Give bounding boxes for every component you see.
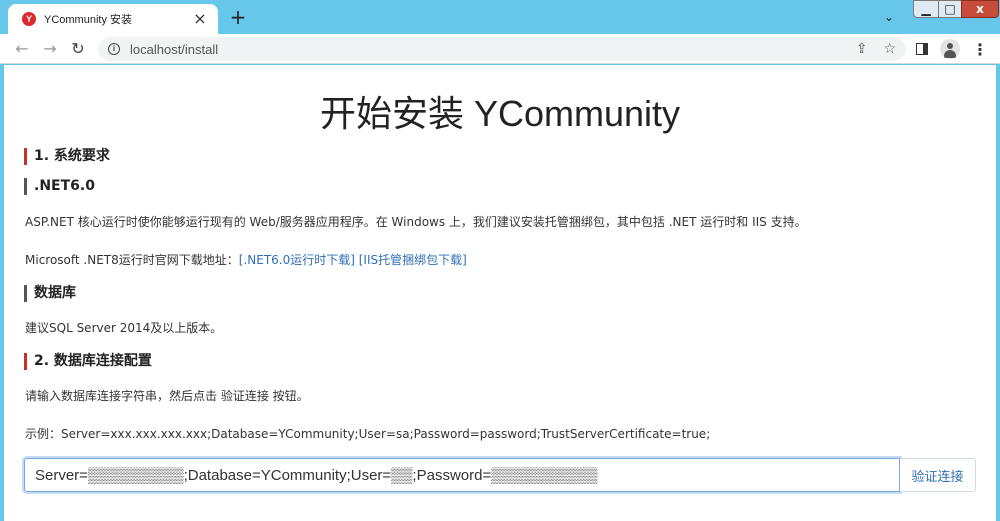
- download-prefix: Microsoft .NET8运行时官网下载地址：: [25, 253, 239, 267]
- tab-strip: Y YCommunity 安装 × + ⌄ ▁ □ x: [0, 0, 1000, 34]
- new-tab-icon[interactable]: +: [228, 7, 248, 27]
- connection-string-input[interactable]: Server=▒▒▒▒▒▒▒▒▒;Database=YCommunity;Use…: [24, 458, 900, 492]
- profile-body: [944, 50, 956, 58]
- net-heading: .NET6.0: [24, 178, 95, 195]
- iis-bundle-download-link[interactable]: [IIS托管捆绑包下载]: [359, 253, 467, 267]
- tab-search-chevron-icon[interactable]: ⌄: [884, 10, 894, 24]
- verify-connection-button[interactable]: 验证连接: [900, 458, 976, 492]
- share-icon[interactable]: ⇪: [856, 41, 868, 57]
- tab-title: YCommunity 安装: [44, 14, 133, 26]
- window-close-button[interactable]: x: [961, 0, 999, 18]
- browser-toolbar: ← → ↻ i localhost/install ⇪ ☆ ⋮: [0, 34, 1000, 64]
- forward-arrow-icon[interactable]: →: [40, 39, 60, 59]
- connection-string-group: Server=▒▒▒▒▒▒▒▒▒;Database=YCommunity;Use…: [24, 458, 976, 492]
- ycommunity-favicon-icon: Y: [22, 12, 36, 26]
- net-description: ASP.NET 核心运行时使你能够运行现有的 Web/服务器应用程序。在 Win…: [25, 215, 807, 229]
- connection-example: 示例：Server=xxx.xxx.xxx.xxx;Database=YComm…: [25, 427, 711, 441]
- page-title: 开始安装 YCommunity: [319, 93, 681, 134]
- reload-icon[interactable]: ↻: [68, 39, 88, 59]
- url-text[interactable]: localhost/install: [130, 42, 840, 57]
- bookmark-star-icon[interactable]: ☆: [883, 41, 896, 57]
- section-db-connection: 2. 数据库连接配置: [24, 353, 152, 370]
- window-minimize-button[interactable]: ▁: [913, 0, 939, 18]
- page-content: 开始安装 YCommunity 1. 系统要求 .NET6.0 ASP.NET …: [4, 65, 996, 521]
- net-runtime-download-link[interactable]: [.NET6.0运行时下载]: [239, 253, 355, 267]
- connection-instruction: 请输入数据库连接字符串，然后点击 验证连接 按钮。: [25, 389, 309, 403]
- browser-menu-icon[interactable]: ⋮: [972, 40, 988, 59]
- profile-head: [947, 43, 953, 49]
- browser-tab[interactable]: Y YCommunity 安装 ×: [8, 4, 218, 34]
- profile-avatar-icon[interactable]: [940, 39, 960, 59]
- section-system-requirements: 1. 系统要求: [24, 148, 110, 165]
- database-description: 建议SQL Server 2014及以上版本。: [25, 321, 223, 335]
- window-maximize-button[interactable]: □: [938, 0, 962, 18]
- download-line: Microsoft .NET8运行时官网下载地址：[.NET6.0运行时下载] …: [25, 251, 467, 268]
- address-bar[interactable]: i localhost/install ⇪ ☆: [98, 37, 906, 61]
- back-arrow-icon[interactable]: ←: [12, 39, 32, 59]
- site-info-icon[interactable]: i: [108, 43, 120, 55]
- database-heading: 数据库: [24, 285, 76, 302]
- tab-close-icon[interactable]: ×: [192, 11, 208, 27]
- side-panel-icon[interactable]: [916, 43, 928, 55]
